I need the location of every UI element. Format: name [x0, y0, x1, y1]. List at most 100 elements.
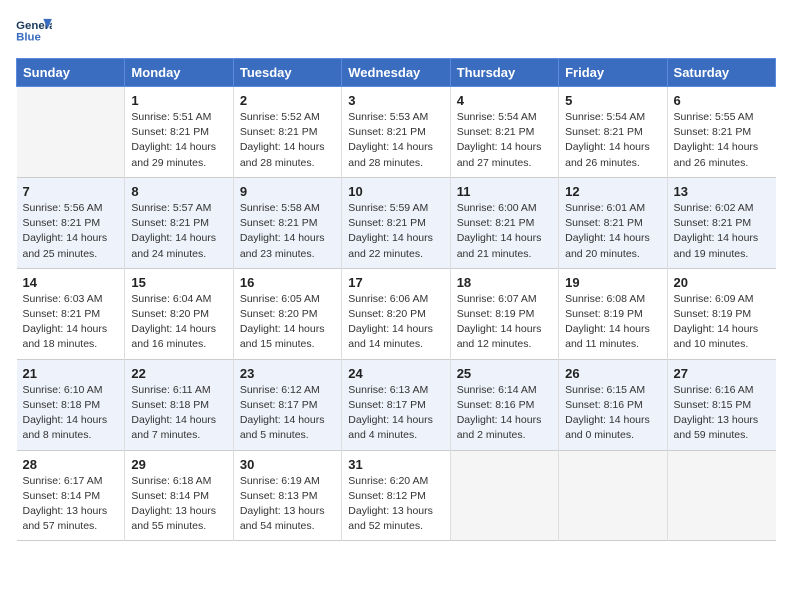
calendar-cell: 19 Sunrise: 6:08 AM Sunset: 8:19 PM Dayli… — [559, 268, 667, 359]
day-number: 11 — [457, 184, 552, 199]
day-number: 7 — [23, 184, 119, 199]
calendar-cell: 11 Sunrise: 6:00 AM Sunset: 8:21 PM Dayli… — [450, 177, 558, 268]
day-info: Sunrise: 5:59 AM Sunset: 8:21 PM Dayligh… — [348, 201, 443, 262]
calendar-cell: 14 Sunrise: 6:03 AM Sunset: 8:21 PM Dayli… — [17, 268, 125, 359]
calendar-cell: 22 Sunrise: 6:11 AM Sunset: 8:18 PM Dayli… — [125, 359, 233, 450]
day-number: 8 — [131, 184, 226, 199]
day-info: Sunrise: 6:04 AM Sunset: 8:20 PM Dayligh… — [131, 292, 226, 353]
calendar-cell: 16 Sunrise: 6:05 AM Sunset: 8:20 PM Dayli… — [233, 268, 341, 359]
weekday-header-friday: Friday — [559, 59, 667, 87]
day-info: Sunrise: 6:13 AM Sunset: 8:17 PM Dayligh… — [348, 383, 443, 444]
day-info: Sunrise: 6:09 AM Sunset: 8:19 PM Dayligh… — [674, 292, 770, 353]
calendar-cell: 7 Sunrise: 5:56 AM Sunset: 8:21 PM Daylig… — [17, 177, 125, 268]
calendar-cell: 9Sunrise: 5:58 AM Sunset: 8:21 PM Daylig… — [233, 177, 341, 268]
logo-icon: General Blue — [16, 16, 52, 46]
calendar-cell: 26Sunrise: 6:15 AM Sunset: 8:16 PM Dayli… — [559, 359, 667, 450]
day-number: 19 — [565, 275, 660, 290]
day-info: Sunrise: 5:56 AM Sunset: 8:21 PM Dayligh… — [23, 201, 119, 262]
day-info: Sunrise: 5:54 AM Sunset: 8:21 PM Dayligh… — [457, 110, 552, 171]
day-number: 10 — [348, 184, 443, 199]
day-info: Sunrise: 6:19 AM Sunset: 8:13 PM Dayligh… — [240, 474, 335, 535]
day-info: Sunrise: 6:12 AM Sunset: 8:17 PM Dayligh… — [240, 383, 335, 444]
day-number: 25 — [457, 366, 552, 381]
day-info: Sunrise: 6:07 AM Sunset: 8:19 PM Dayligh… — [457, 292, 552, 353]
weekday-header-thursday: Thursday — [450, 59, 558, 87]
day-number: 4 — [457, 93, 552, 108]
day-info: Sunrise: 6:10 AM Sunset: 8:18 PM Dayligh… — [23, 383, 119, 444]
calendar-cell: 20Sunrise: 6:09 AM Sunset: 8:19 PM Dayli… — [667, 268, 775, 359]
svg-text:Blue: Blue — [16, 31, 41, 43]
day-info: Sunrise: 6:16 AM Sunset: 8:15 PM Dayligh… — [674, 383, 770, 444]
calendar-cell: 8 Sunrise: 5:57 AM Sunset: 8:21 PM Daylig… — [125, 177, 233, 268]
calendar-cell: 23 Sunrise: 6:12 AM Sunset: 8:17 PM Dayli… — [233, 359, 341, 450]
calendar-cell: 17 Sunrise: 6:06 AM Sunset: 8:20 PM Dayli… — [342, 268, 450, 359]
calendar-cell: 31 Sunrise: 6:20 AM Sunset: 8:12 PM Dayli… — [342, 450, 450, 541]
day-info: Sunrise: 6:00 AM Sunset: 8:21 PM Dayligh… — [457, 201, 552, 262]
day-number: 3 — [348, 93, 443, 108]
calendar-cell: 4 Sunrise: 5:54 AM Sunset: 8:21 PM Daylig… — [450, 87, 558, 178]
day-info: Sunrise: 5:57 AM Sunset: 8:21 PM Dayligh… — [131, 201, 226, 262]
header: General Blue — [16, 16, 776, 46]
day-info: Sunrise: 6:14 AM Sunset: 8:16 PM Dayligh… — [457, 383, 552, 444]
day-info: Sunrise: 6:08 AM Sunset: 8:19 PM Dayligh… — [565, 292, 660, 353]
day-number: 15 — [131, 275, 226, 290]
weekday-header-row: SundayMondayTuesdayWednesdayThursdayFrid… — [17, 59, 776, 87]
day-number: 24 — [348, 366, 443, 381]
day-info: Sunrise: 5:58 AM Sunset: 8:21 PM Dayligh… — [240, 201, 335, 262]
day-info: Sunrise: 6:11 AM Sunset: 8:18 PM Dayligh… — [131, 383, 226, 444]
day-number: 12 — [565, 184, 660, 199]
day-number: 13 — [674, 184, 770, 199]
day-number: 21 — [23, 366, 119, 381]
day-info: Sunrise: 6:01 AM Sunset: 8:21 PM Dayligh… — [565, 201, 660, 262]
calendar-week-row: 7 Sunrise: 5:56 AM Sunset: 8:21 PM Daylig… — [17, 177, 776, 268]
calendar-cell: 27 Sunrise: 6:16 AM Sunset: 8:15 PM Dayli… — [667, 359, 775, 450]
calendar-week-row: 14 Sunrise: 6:03 AM Sunset: 8:21 PM Dayli… — [17, 268, 776, 359]
day-info: Sunrise: 5:55 AM Sunset: 8:21 PM Dayligh… — [674, 110, 770, 171]
calendar-cell — [667, 450, 775, 541]
weekday-header-wednesday: Wednesday — [342, 59, 450, 87]
calendar-cell: 1 Sunrise: 5:51 AM Sunset: 8:21 PM Daylig… — [125, 87, 233, 178]
day-number: 23 — [240, 366, 335, 381]
calendar-cell: 30Sunrise: 6:19 AM Sunset: 8:13 PM Dayli… — [233, 450, 341, 541]
calendar-cell — [450, 450, 558, 541]
day-number: 6 — [674, 93, 770, 108]
calendar-cell: 28 Sunrise: 6:17 AM Sunset: 8:14 PM Dayli… — [17, 450, 125, 541]
calendar-week-row: 1 Sunrise: 5:51 AM Sunset: 8:21 PM Daylig… — [17, 87, 776, 178]
day-info: Sunrise: 5:53 AM Sunset: 8:21 PM Dayligh… — [348, 110, 443, 171]
day-number: 26 — [565, 366, 660, 381]
day-number: 17 — [348, 275, 443, 290]
day-info: Sunrise: 5:54 AM Sunset: 8:21 PM Dayligh… — [565, 110, 660, 171]
calendar-cell: 15 Sunrise: 6:04 AM Sunset: 8:20 PM Dayli… — [125, 268, 233, 359]
calendar-cell: 6 Sunrise: 5:55 AM Sunset: 8:21 PM Daylig… — [667, 87, 775, 178]
day-info: Sunrise: 6:05 AM Sunset: 8:20 PM Dayligh… — [240, 292, 335, 353]
day-info: Sunrise: 6:20 AM Sunset: 8:12 PM Dayligh… — [348, 474, 443, 535]
day-info: Sunrise: 6:03 AM Sunset: 8:21 PM Dayligh… — [23, 292, 119, 353]
calendar-week-row: 28 Sunrise: 6:17 AM Sunset: 8:14 PM Dayli… — [17, 450, 776, 541]
weekday-header-tuesday: Tuesday — [233, 59, 341, 87]
day-info: Sunrise: 5:52 AM Sunset: 8:21 PM Dayligh… — [240, 110, 335, 171]
logo: General Blue — [16, 16, 52, 46]
calendar-cell — [559, 450, 667, 541]
day-number: 1 — [131, 93, 226, 108]
calendar-table: SundayMondayTuesdayWednesdayThursdayFrid… — [16, 58, 776, 541]
day-number: 27 — [674, 366, 770, 381]
day-info: Sunrise: 6:18 AM Sunset: 8:14 PM Dayligh… — [131, 474, 226, 535]
calendar-cell: 13 Sunrise: 6:02 AM Sunset: 8:21 PM Dayli… — [667, 177, 775, 268]
calendar-cell: 5 Sunrise: 5:54 AM Sunset: 8:21 PM Daylig… — [559, 87, 667, 178]
calendar-cell: 3 Sunrise: 5:53 AM Sunset: 8:21 PM Daylig… — [342, 87, 450, 178]
day-info: Sunrise: 5:51 AM Sunset: 8:21 PM Dayligh… — [131, 110, 226, 171]
day-number: 14 — [23, 275, 119, 290]
day-number: 16 — [240, 275, 335, 290]
calendar-cell: 25 Sunrise: 6:14 AM Sunset: 8:16 PM Dayli… — [450, 359, 558, 450]
day-number: 22 — [131, 366, 226, 381]
day-number: 5 — [565, 93, 660, 108]
calendar-cell: 21 Sunrise: 6:10 AM Sunset: 8:18 PM Dayli… — [17, 359, 125, 450]
day-number: 31 — [348, 457, 443, 472]
day-number: 28 — [23, 457, 119, 472]
day-info: Sunrise: 6:17 AM Sunset: 8:14 PM Dayligh… — [23, 474, 119, 535]
day-info: Sunrise: 6:06 AM Sunset: 8:20 PM Dayligh… — [348, 292, 443, 353]
calendar-cell: 18Sunrise: 6:07 AM Sunset: 8:19 PM Dayli… — [450, 268, 558, 359]
day-info: Sunrise: 6:02 AM Sunset: 8:21 PM Dayligh… — [674, 201, 770, 262]
day-number: 2 — [240, 93, 335, 108]
calendar-week-row: 21 Sunrise: 6:10 AM Sunset: 8:18 PM Dayli… — [17, 359, 776, 450]
